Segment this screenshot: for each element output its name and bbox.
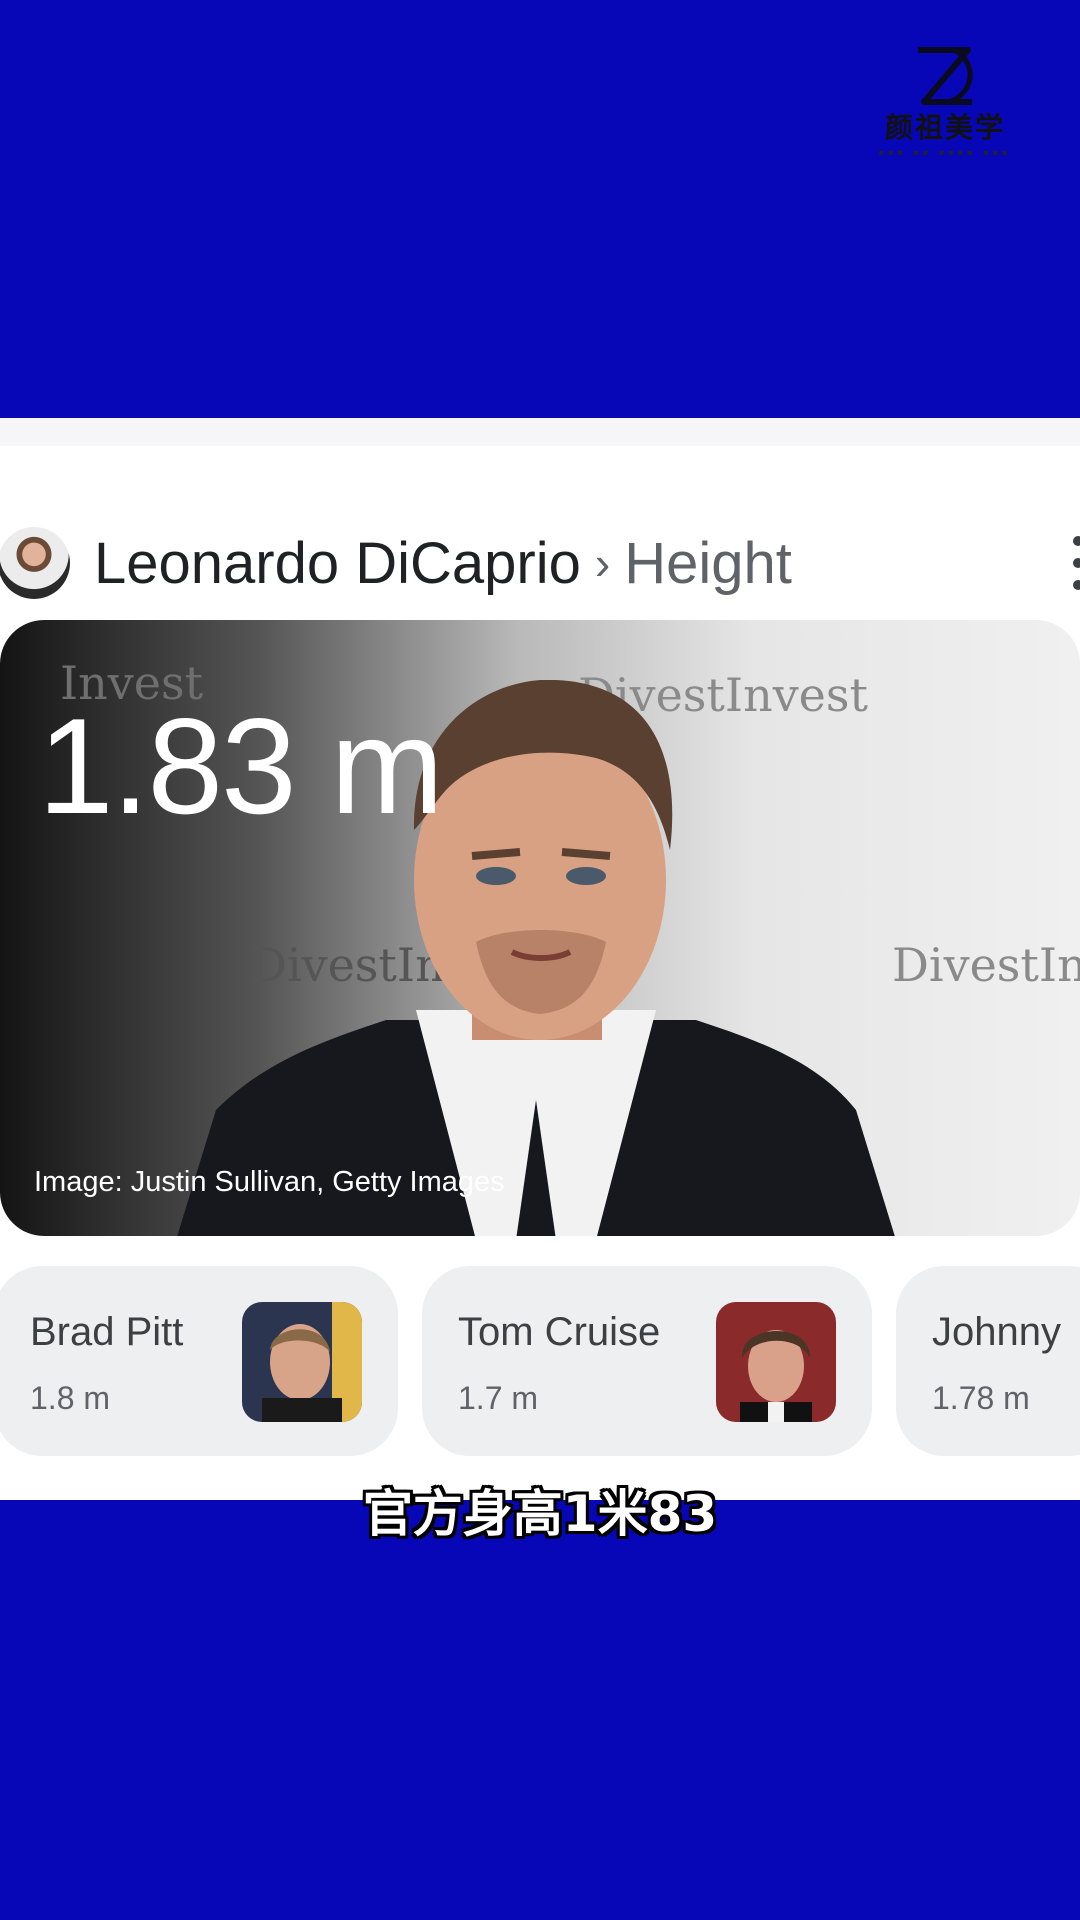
video-subtitle-caption: 官方身高1米83 xyxy=(362,1485,718,1543)
panel-header: Leonardo DiCaprio › Height xyxy=(0,518,1080,608)
attribute-title: Height xyxy=(624,530,792,596)
zx-monogram-icon xyxy=(918,47,973,105)
related-person-name: Brad Pitt xyxy=(30,1310,184,1354)
related-person-height: 1.7 m xyxy=(458,1380,539,1416)
related-person-card[interactable]: Tom Cruise 1.7 m xyxy=(422,1266,872,1456)
related-person-name: Tom Cruise xyxy=(458,1310,661,1354)
related-person-height: 1.8 m xyxy=(30,1380,111,1416)
subject-title[interactable]: Leonardo DiCaprio xyxy=(94,530,581,597)
related-people-carousel[interactable]: Brad Pitt 1.8 m Tom Cruise 1.7 m Johnny … xyxy=(0,1266,1080,1462)
brand-subtext: ▪▪▪ ▪▪ ▪▪▪▪ ▪▪▪ xyxy=(878,148,1012,157)
image-credit: Image: Justin Sullivan, Getty Images xyxy=(34,1166,505,1198)
related-person-card[interactable]: Johnny 1.78 m xyxy=(896,1266,1080,1456)
related-person-thumbnail xyxy=(242,1302,362,1422)
height-hero-image[interactable]: Invest DivestInvest DivestIn DivestIn 1.… xyxy=(0,620,1080,1236)
related-person-thumbnail xyxy=(716,1302,836,1422)
related-person-height: 1.78 m xyxy=(932,1380,1030,1416)
related-person-card[interactable]: Brad Pitt 1.8 m xyxy=(0,1266,398,1456)
more-options-icon[interactable] xyxy=(1070,536,1080,590)
height-value: 1.83 m xyxy=(38,690,444,842)
subject-avatar[interactable] xyxy=(0,527,70,599)
related-person-name: Johnny xyxy=(932,1310,1061,1354)
brand-name: 颜祖美学 xyxy=(884,111,1005,144)
knowledge-panel: Leonardo DiCaprio › Height Invest Divest… xyxy=(0,418,1080,1500)
backdrop-logo-text: DivestIn xyxy=(892,938,1080,992)
breadcrumb-chevron-icon: › xyxy=(594,537,611,589)
top-background-band: 颜祖美学 ▪▪▪ ▪▪ ▪▪▪▪ ▪▪▪ xyxy=(0,0,1080,418)
brand-logo: 颜祖美学 ▪▪▪ ▪▪ ▪▪▪▪ ▪▪▪ xyxy=(870,44,1020,164)
